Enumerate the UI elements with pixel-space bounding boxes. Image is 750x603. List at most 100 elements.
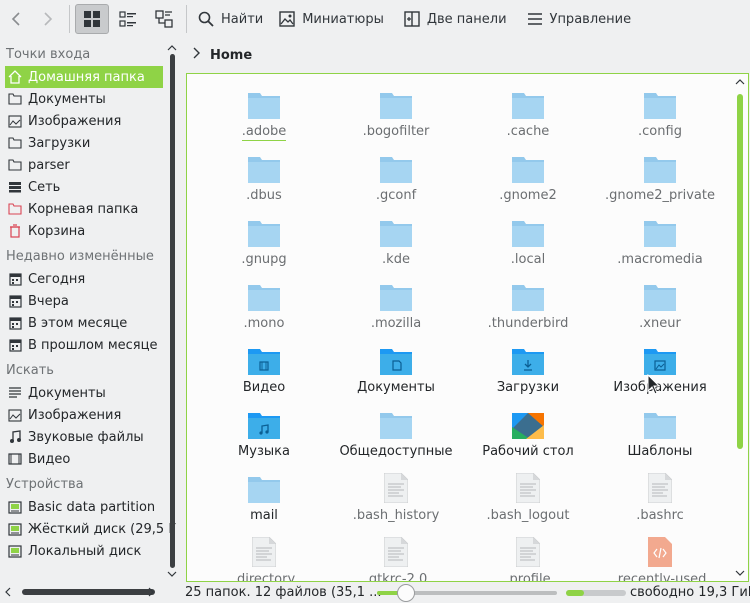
sidebar-item[interactable]: Сегодня (0, 268, 163, 290)
file-item[interactable]: .mozilla (330, 277, 462, 341)
file-item[interactable]: .kde (330, 213, 462, 277)
sidebar-scrollbar[interactable] (165, 42, 179, 582)
file-item[interactable]: .bash_history (330, 469, 462, 533)
sidebar-item[interactable]: Изображения (0, 404, 163, 426)
file-item-name: Музыка (238, 444, 290, 459)
file-item[interactable]: .gnome2_private (594, 149, 726, 213)
split-view-icon (404, 11, 420, 27)
file-item[interactable]: Рабочий стол (462, 405, 594, 469)
file-item[interactable]: Музыка (198, 405, 330, 469)
sidebar-item[interactable]: Загрузки (0, 132, 163, 154)
scroll-down-icon[interactable] (735, 569, 745, 577)
sidebar-item[interactable]: Звуковые файлы (0, 426, 163, 448)
file-view-scroll-thumb[interactable] (737, 94, 743, 449)
scroll-down-icon[interactable] (167, 570, 177, 578)
file-item[interactable]: .dbus (198, 149, 330, 213)
scroll-up-icon[interactable] (735, 78, 745, 86)
file-item[interactable]: .bogofilter (330, 85, 462, 149)
file-item[interactable]: .recently-used (594, 533, 726, 581)
file-item[interactable]: mail (198, 469, 330, 533)
sidebar-item[interactable]: Корневая папка (0, 198, 163, 220)
file-item[interactable]: .gtkrc-2.0 (330, 533, 462, 581)
calendar-icon (8, 338, 22, 352)
zoom-slider[interactable] (377, 584, 557, 602)
file-item[interactable]: .config (594, 85, 726, 149)
sidebar-horizontal-scrollbar[interactable] (0, 584, 176, 600)
sidebar-item[interactable]: Видео (0, 448, 163, 470)
details-view-button[interactable] (147, 4, 181, 34)
sidebar-item[interactable]: Корзина (0, 220, 163, 242)
file-item-name: .bash_logout (486, 508, 570, 523)
file-item[interactable]: .macromedia (594, 213, 726, 277)
folder-icon (248, 87, 280, 119)
details-view-icon (155, 10, 173, 28)
file-view-scrollbar[interactable] (733, 74, 747, 581)
folder-icon (380, 151, 412, 183)
compact-view-button[interactable] (111, 4, 145, 34)
sidebar-scroll-thumb[interactable] (170, 54, 175, 568)
file-item[interactable]: .profile (462, 533, 594, 582)
file-item[interactable]: .gnupg (198, 213, 330, 277)
sidebar-item[interactable]: В этом месяце (0, 312, 163, 334)
image-icon (279, 11, 295, 27)
file-item[interactable]: .directory (198, 533, 330, 581)
find-button[interactable]: Найти (192, 4, 269, 34)
zoom-slider-handle[interactable] (396, 584, 415, 602)
file-item[interactable]: .cache (462, 85, 594, 149)
back-button[interactable] (0, 4, 32, 34)
sidebar-item[interactable]: Домашняя папка (5, 66, 163, 88)
folder-icon (380, 87, 412, 119)
scroll-left-icon[interactable] (4, 587, 12, 597)
file-item-name: .dbus (246, 188, 282, 203)
thumbnails-button[interactable]: Миниатюры (273, 4, 390, 34)
file-item-name: Загрузки (496, 380, 560, 395)
file-item[interactable]: .xneur (594, 277, 726, 341)
file-item-name: .bashrc (636, 508, 684, 523)
sidebar-item[interactable]: Basic data partition (0, 496, 163, 518)
file-item[interactable]: .adobe (198, 85, 330, 149)
file-item-name: .gnupg (241, 252, 287, 267)
file-item[interactable]: .gconf (330, 149, 462, 213)
folder-icon (512, 87, 544, 119)
file-item[interactable]: Загрузки (462, 341, 594, 405)
file-item[interactable]: Документы (330, 341, 462, 405)
icons-view-button[interactable] (75, 4, 109, 34)
folder-icon (644, 407, 676, 439)
sidebar-item[interactable]: Изображения (0, 110, 163, 132)
file-item[interactable]: .gnome2 (462, 149, 594, 213)
sidebar-item[interactable]: Жёсткий диск (29,5 Ги (0, 518, 176, 540)
file-item[interactable]: .local (462, 213, 594, 277)
split-view-button[interactable]: Две панели (398, 4, 513, 34)
sidebar-item[interactable]: Сеть (0, 176, 163, 198)
forward-button[interactable] (32, 4, 64, 34)
sidebar-item-label: Корзина (28, 223, 86, 239)
file-item-name: .profile (505, 572, 551, 582)
sidebar-item[interactable]: Документы (0, 88, 163, 110)
file-item[interactable]: .bashrc (594, 469, 726, 533)
sidebar-item-label: Вчера (28, 293, 69, 309)
sidebar-item[interactable]: parser (0, 154, 163, 176)
scroll-right-icon[interactable] (147, 587, 155, 597)
file-item-name: mail (250, 508, 278, 523)
sidebar-item-label: Домашняя папка (28, 69, 145, 85)
folder-documents-icon (380, 343, 412, 375)
file-item[interactable]: .bash_logout (462, 469, 594, 533)
manage-menu-button[interactable]: Управление (521, 4, 638, 34)
sidebar-item[interactable]: Вчера (0, 290, 163, 312)
breadcrumb-current[interactable]: Home (210, 48, 252, 63)
scroll-up-icon[interactable] (167, 44, 177, 52)
sidebar-horizontal-thumb[interactable] (22, 589, 155, 595)
home-icon (8, 70, 22, 84)
file-item-name: .thunderbird (487, 316, 569, 331)
file-item[interactable]: Видео (198, 341, 330, 405)
file-view[interactable]: .adobe .bogofilter .cache .config .dbus .gcon… (186, 73, 749, 582)
sidebar-item[interactable]: В прошлом месяце (0, 334, 163, 356)
sidebar-item[interactable]: Локальный диск (0, 540, 163, 562)
file-item[interactable]: .thunderbird (462, 277, 594, 341)
sidebar-item[interactable]: Документы (0, 382, 163, 404)
file-item[interactable]: .mono (198, 277, 330, 341)
chevron-right-icon[interactable] (192, 47, 200, 63)
file-item[interactable]: Шаблоны (594, 405, 726, 469)
file-item[interactable]: Общедоступные (330, 405, 462, 469)
folder-icon (380, 279, 412, 311)
